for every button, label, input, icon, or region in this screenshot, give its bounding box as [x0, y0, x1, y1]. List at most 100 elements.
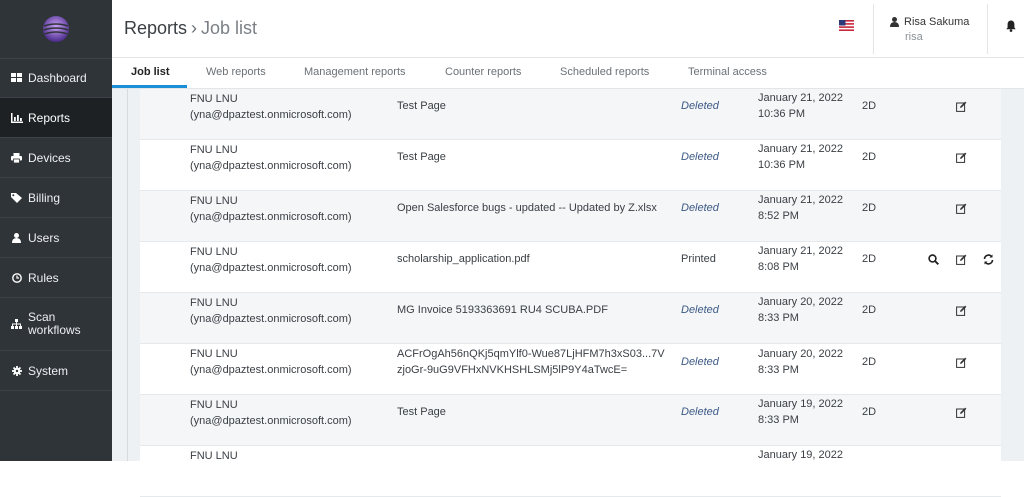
edit-icon[interactable] [955, 100, 967, 112]
job-status: Deleted [681, 404, 719, 420]
job-document: Test Page [397, 149, 672, 165]
edit-icon[interactable] [955, 356, 967, 368]
job-time: 10:36 PM [758, 108, 805, 120]
job-user: FNU LNU [190, 93, 238, 105]
job-document: MG Invoice 5193363691 RU4 SCUBA.PDF [397, 302, 672, 318]
sidebar-item-users[interactable]: Users [0, 218, 112, 258]
edit-icon[interactable] [955, 202, 967, 214]
tab-scheduled-reports[interactable]: Scheduled reports [560, 66, 649, 78]
user-icon [10, 233, 23, 243]
edit-icon[interactable] [955, 406, 967, 418]
table-row[interactable]: FNU LNU(yna@dpaztest.onmicrosoft.com) sc… [140, 242, 1001, 293]
sidebar-item-reports[interactable]: Reports [0, 98, 112, 138]
job-document: Test Page [397, 404, 672, 420]
job-user: FNU LNU [190, 450, 238, 462]
tag-icon [10, 193, 23, 203]
tab-web-reports[interactable]: Web reports [206, 66, 266, 78]
sidebar-item-dashboard[interactable]: Dashboard [0, 58, 112, 98]
sidebar: Dashboard Reports Devices Billing Users … [0, 0, 112, 461]
job-user-email: (yna@dpaztest.onmicrosoft.com) [190, 415, 352, 427]
tab-job-list[interactable]: Job list [131, 66, 170, 78]
sidebar-item-label: Dashboard [28, 71, 87, 85]
job-duration: 2D [862, 200, 876, 216]
us-flag-icon[interactable] [839, 20, 854, 31]
sitemap-icon [10, 319, 23, 329]
sidebar-item-scan-workflows[interactable]: Scanworkflows [0, 298, 112, 351]
user-login: risa [905, 31, 969, 43]
job-date: January 19, 2022 [758, 449, 843, 461]
table-row[interactable]: FNU LNU (yna@dpaztest.onmicrosoft.com) Te… [140, 89, 1001, 140]
job-user: FNU LNU [190, 144, 238, 156]
job-status: Printed [681, 251, 716, 267]
job-status: Deleted [681, 302, 719, 318]
job-date: January 21, 2022 [758, 92, 843, 104]
active-tab-indicator [112, 85, 187, 88]
sidebar-item-devices[interactable]: Devices [0, 138, 112, 178]
job-duration: 2D [862, 98, 876, 114]
job-time: 8:08 PM [758, 261, 799, 273]
tab-management-reports[interactable]: Management reports [304, 66, 406, 78]
job-date: January 20, 2022 [758, 348, 843, 360]
breadcrumb: Reports›Job list [124, 18, 257, 39]
sidebar-item-billing[interactable]: Billing [0, 178, 112, 218]
sidebar-item-label: Users [28, 231, 59, 245]
job-table: FNU LNU (yna@dpaztest.onmicrosoft.com) Te… [140, 89, 1001, 497]
bell-icon[interactable] [1006, 20, 1016, 32]
job-duration: 2D [862, 354, 876, 370]
edit-icon[interactable] [955, 304, 967, 316]
job-user-email: (yna@dpaztest.onmicrosoft.com) [190, 109, 352, 121]
breadcrumb-root[interactable]: Reports [124, 18, 187, 38]
search-icon[interactable] [927, 253, 939, 265]
table-row[interactable]: FNU LNU(yna@dpaztest.onmicrosoft.com) MG… [140, 293, 1001, 344]
job-status: Deleted [681, 354, 719, 370]
job-date: January 20, 2022 [758, 296, 843, 308]
table-row[interactable]: FNU LNU January 19, 2022 [140, 446, 1001, 497]
job-duration: 2D [862, 149, 876, 165]
breadcrumb-current: Job list [201, 18, 257, 38]
job-date: January 21, 2022 [758, 245, 843, 257]
sidebar-item-label: Reports [28, 111, 70, 125]
job-user-email: (yna@dpaztest.onmicrosoft.com) [190, 160, 352, 172]
job-user-email: (yna@dpaztest.onmicrosoft.com) [190, 313, 352, 325]
sidebar-item-label: Billing [28, 191, 60, 205]
report-tabs: Job list Web reports Management reports … [112, 58, 1024, 89]
job-status: Deleted [681, 98, 719, 114]
job-time: 8:33 PM [758, 364, 799, 376]
job-user-email: (yna@dpaztest.onmicrosoft.com) [190, 364, 352, 376]
sidebar-item-system[interactable]: System [0, 351, 112, 391]
sidebar-item-label-line2: workflows [28, 323, 81, 337]
user-name: Risa Sakuma [904, 16, 969, 28]
logo-icon [41, 14, 71, 44]
job-document: Test Page [397, 98, 672, 114]
job-user: FNU LNU [190, 246, 238, 258]
tab-counter-reports[interactable]: Counter reports [445, 66, 521, 78]
bar-chart-icon [10, 113, 23, 123]
user-icon [890, 17, 899, 27]
table-row[interactable]: FNU LNU(yna@dpaztest.onmicrosoft.com) AC… [140, 344, 1001, 395]
reprint-icon[interactable] [982, 253, 994, 265]
job-duration: 2D [862, 404, 876, 420]
scrollbar[interactable] [127, 89, 128, 461]
table-row[interactable]: FNU LNU (yna@dpaztest.onmicrosoft.com) Te… [140, 140, 1001, 191]
edit-icon[interactable] [955, 151, 967, 163]
table-row[interactable]: FNU LNU(yna@dpaztest.onmicrosoft.com) Op… [140, 191, 1001, 242]
printer-icon [10, 153, 23, 163]
job-time: 8:52 PM [758, 210, 799, 222]
job-user-email: (yna@dpaztest.onmicrosoft.com) [190, 211, 352, 223]
edit-icon[interactable] [955, 253, 967, 265]
tab-terminal-access[interactable]: Terminal access [688, 66, 767, 78]
sidebar-item-label: Devices [28, 151, 71, 165]
job-time: 10:36 PM [758, 159, 805, 171]
sidebar-item-rules[interactable]: Rules [0, 258, 112, 298]
breadcrumb-separator: › [191, 18, 197, 38]
job-date: January 21, 2022 [758, 143, 843, 155]
table-row[interactable]: FNU LNU (yna@dpaztest.onmicrosoft.com) Te… [140, 395, 1001, 446]
logo[interactable] [0, 0, 112, 58]
header-divider [987, 4, 988, 54]
top-header: Reports›Job list Risa Sakuma risa [112, 0, 1024, 58]
clock-icon [10, 273, 23, 283]
header-divider [873, 4, 874, 54]
job-document: Open Salesforce bugs - updated -- Update… [397, 200, 672, 216]
user-menu[interactable]: Risa Sakuma risa [890, 16, 969, 43]
job-user: FNU LNU [190, 399, 238, 411]
